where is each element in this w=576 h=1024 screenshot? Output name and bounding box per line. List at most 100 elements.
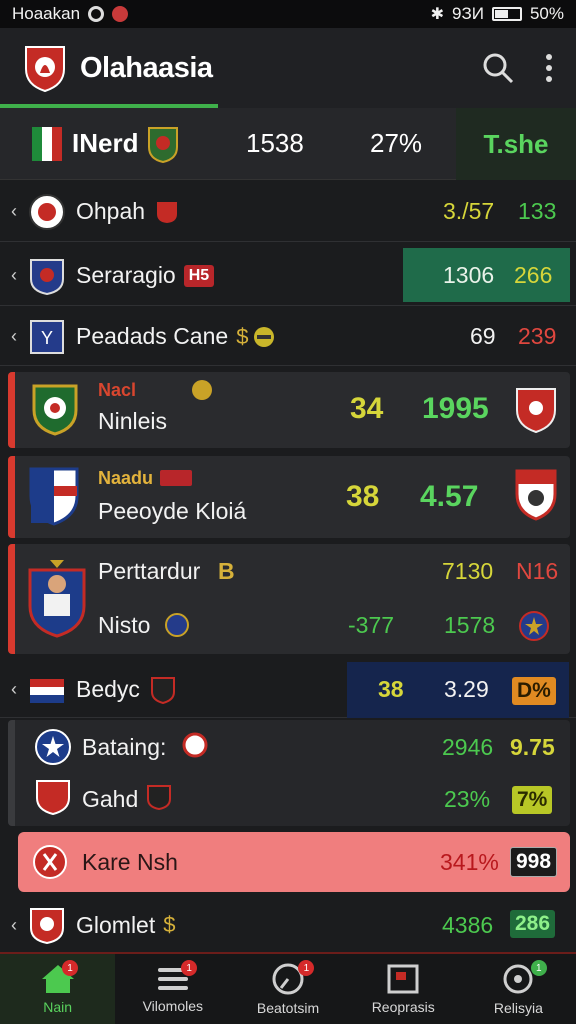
status-bar: Hoaakan ✱ 9ЗИ 50% (0, 0, 576, 28)
nav-label: Nain (43, 999, 72, 1015)
card-label: Ninleis (98, 408, 168, 434)
more-options-icon[interactable] (544, 52, 554, 84)
nav-badge: 1 (62, 960, 78, 976)
nav-item-stats[interactable]: 1 Beatotsim (230, 954, 345, 1024)
small-flag-icon (160, 470, 192, 486)
nav-item-reports[interactable]: Reoprasis (346, 954, 461, 1024)
nav-label: Beatotsim (256, 1000, 320, 1016)
value-1: 69 (470, 323, 496, 349)
chevron-left-icon: ‹ (11, 326, 17, 346)
team-badge-icon (33, 845, 67, 879)
flag-icon (30, 678, 64, 703)
card-accent (8, 456, 15, 538)
battery-icon (491, 7, 522, 21)
featured-card-ninleis[interactable]: Nacl Ninleis 34 1995 (8, 372, 570, 448)
value-2: 3.29 (444, 676, 489, 702)
nav-item-main[interactable]: 1 Nain (0, 954, 116, 1024)
team-crest-icon: Y (30, 319, 64, 354)
value-2: 239 (518, 323, 557, 349)
card-value-3: 23% (444, 786, 491, 812)
highlight-row-kare[interactable]: Kare Nsh 341% 998 (18, 832, 570, 892)
player-crest-icon (28, 560, 86, 638)
currency-tag: $ (163, 912, 176, 937)
app-logo-icon (25, 46, 65, 93)
team-name: Glomlet (76, 911, 156, 938)
report-icon (387, 964, 419, 994)
nav-label: Vilomoles (142, 998, 204, 1014)
list-item-bedyc[interactable]: ‹ Bedyc 38 3.29 D% (0, 662, 576, 718)
card-value-1: 7130 (442, 558, 494, 584)
summary-value-2: 27% (370, 128, 423, 158)
team-crest-icon (30, 908, 64, 944)
team-tag: H5 (183, 264, 215, 287)
card-accent (8, 372, 15, 448)
featured-card-perttardur[interactable]: Perttardur B Nisto 7130 N16 -377 1578 (8, 544, 570, 654)
flag-crest-icon (32, 126, 62, 161)
card-subtitle: Naadu (98, 468, 154, 488)
coin-icon (254, 326, 275, 347)
card-label-2: Nisto (98, 612, 151, 638)
alert-icon (112, 6, 129, 22)
card-value-1: 34 (350, 392, 384, 425)
team-name: Ohpah (76, 198, 146, 224)
signal-text: 9ЗИ (452, 4, 484, 23)
notification-icon (88, 6, 105, 22)
card-label: Peeoyde Kloiá (98, 498, 247, 524)
grouped-card[interactable]: Bataing: Gahd 2946 9.75 23% 7% (8, 720, 570, 826)
card-value-1: 38 (346, 480, 380, 513)
coin-icon (192, 380, 212, 400)
small-crest-icon (150, 676, 175, 704)
value-3: D% (512, 677, 556, 705)
team-crest-right-icon (515, 469, 557, 521)
app-bar: Olahaasia (0, 28, 576, 108)
highlight-value-2: 998 (510, 847, 558, 877)
nav-badge: 1 (181, 960, 198, 976)
nav-item-list[interactable]: 1 Vilomoles (115, 954, 230, 1024)
featured-card-peeoyde[interactable]: Naadu Peeoyde Kloiá 38 4.57 (8, 456, 570, 538)
highlight-label: Kare Nsh (82, 848, 178, 875)
card-value-4: 1578 (444, 612, 496, 638)
small-crest-icon (165, 613, 189, 637)
star-badge-icon (35, 729, 71, 765)
card-value-2: 4.57 (420, 480, 479, 513)
small-crest-icon (147, 785, 171, 810)
card-accent (8, 720, 15, 826)
value-1: 4386 (442, 911, 494, 938)
card-value-2: 1995 (422, 392, 489, 425)
value-1: 3./57 (443, 198, 495, 224)
star-crest-icon (519, 611, 549, 641)
chevron-left-icon: ‹ (11, 201, 17, 221)
team-crest-icon (30, 258, 64, 295)
team-crest-icon (29, 467, 79, 526)
value-1: 38 (378, 676, 404, 702)
summary-row[interactable]: INerd 1538 27% T.she (0, 108, 576, 180)
summary-tab[interactable]: T.she (456, 108, 576, 180)
card-value-4: 7% (512, 786, 553, 814)
list-item-glomlet[interactable]: ‹ Glomlet $ 4386 286 (0, 898, 576, 952)
card-value-3: -377 (348, 612, 395, 638)
list-item-seraragio[interactable]: ‹ Seraragio H5 1306 266 (0, 246, 576, 306)
team-crest-icon (148, 126, 179, 163)
nav-label: Reoprasis (371, 999, 435, 1015)
team-crest-icon (32, 384, 78, 436)
value-1: 1306 (443, 262, 495, 288)
nav-item-help[interactable]: 1 Relisyia (461, 954, 576, 1024)
card-value-1: 2946 (442, 734, 494, 760)
value-2: 286 (510, 910, 556, 938)
chevron-left-icon: ‹ (11, 914, 17, 935)
status-left-text: Hoaakan (12, 4, 81, 23)
list-item-ohpah[interactable]: ‹ Ohpah 3./57 133 (0, 182, 576, 242)
summary-name: INerd (72, 128, 139, 158)
shield-icon (36, 780, 70, 816)
chevron-left-icon: ‹ (11, 679, 17, 699)
card-label-1: Bataing: (82, 734, 167, 760)
small-crest-icon (182, 732, 208, 758)
list-item-peadads[interactable]: ‹ Y Peadads Cane $ 69 239 (0, 308, 576, 366)
value-2: 266 (514, 262, 553, 288)
search-icon[interactable] (482, 52, 514, 84)
card-value-2: 9.75 (510, 734, 555, 760)
card-label-2: Gahd (82, 786, 139, 812)
summary-value-1: 1538 (246, 128, 304, 158)
battery-percent: 50% (529, 4, 564, 23)
highlight-value-1: 341% (440, 848, 499, 875)
